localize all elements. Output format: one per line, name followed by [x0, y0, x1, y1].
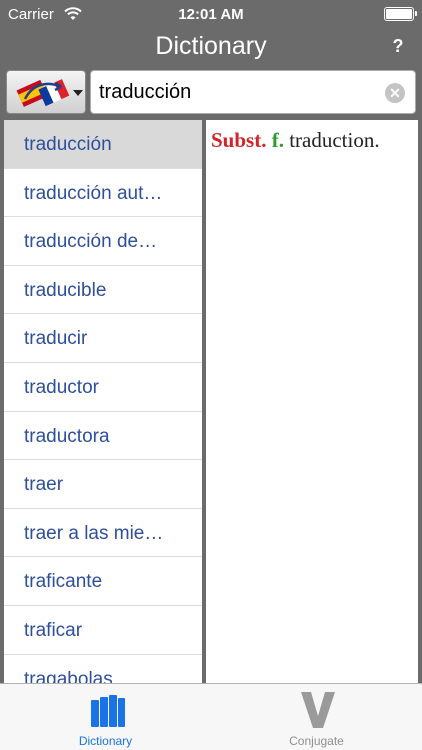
- list-item-label: traductor: [24, 377, 99, 398]
- translation-text: traduction.: [289, 128, 380, 152]
- tab-dictionary[interactable]: Dictionary: [0, 684, 211, 750]
- v-icon: [301, 692, 335, 728]
- list-item[interactable]: traducir: [4, 314, 202, 363]
- tab-label-dictionary: Dictionary: [78, 734, 133, 748]
- list-item-label: traducir: [24, 328, 88, 350]
- search-field: ✕: [90, 70, 416, 114]
- list-item-label: traductora: [24, 425, 110, 447]
- list-item[interactable]: traficante: [4, 557, 202, 606]
- tab-conjugate[interactable]: Conjugate: [211, 684, 422, 750]
- part-of-speech: Subst.: [211, 128, 267, 152]
- list-item-label: traficar: [24, 620, 83, 641]
- list-item[interactable]: traducción aut…: [4, 169, 202, 218]
- header: Carrier 12:01 AM Dictionary ?: [0, 0, 422, 66]
- tab-label-conjugate: Conjugate: [289, 734, 344, 748]
- list-item[interactable]: traer a las mie…: [4, 509, 202, 558]
- battery-icon: [384, 7, 417, 21]
- chevron-down-icon: [73, 90, 83, 96]
- help-button[interactable]: ?: [388, 36, 408, 58]
- clock: 12:01 AM: [178, 6, 244, 23]
- status-bar: Carrier 12:01 AM: [0, 0, 422, 28]
- list-item[interactable]: traer: [4, 460, 202, 509]
- list-item[interactable]: tragabolas: [4, 655, 202, 683]
- search-input[interactable]: [99, 71, 379, 113]
- list-item-label: traer: [24, 474, 64, 496]
- list-item[interactable]: traducible: [4, 266, 202, 315]
- list-item-label: traducción aut…: [24, 182, 163, 204]
- list-item-label: traducción: [24, 134, 112, 155]
- list-item[interactable]: traducción de…: [4, 217, 202, 266]
- clear-icon[interactable]: ✕: [385, 83, 405, 103]
- list-item[interactable]: traducción: [4, 120, 202, 169]
- gender-marker: f.: [271, 128, 284, 152]
- list-item[interactable]: traductor: [4, 363, 202, 412]
- spanish-french-flags-icon: [16, 79, 70, 107]
- word-list: traducción traducción aut… traducción de… t…: [4, 120, 202, 683]
- page-title: Dictionary: [155, 32, 267, 60]
- list-item[interactable]: traficar: [4, 606, 202, 655]
- definition-text: Subst. f. traduction.: [211, 128, 380, 153]
- list-item[interactable]: traductora: [4, 412, 202, 461]
- definition-panel: Subst. f. traduction.: [206, 120, 418, 683]
- list-item-label: traducible: [24, 279, 107, 301]
- list-item-label: traer a las mie…: [24, 522, 164, 544]
- language-switch-button[interactable]: [6, 70, 86, 114]
- list-item-label: tragabolas: [24, 668, 113, 683]
- books-icon: [91, 695, 125, 727]
- search-bar: ✕: [0, 66, 422, 118]
- list-item-label: traficante: [24, 571, 103, 593]
- tab-bar: Dictionary Conjugate: [0, 683, 422, 750]
- list-item-label: traducción de…: [24, 231, 158, 253]
